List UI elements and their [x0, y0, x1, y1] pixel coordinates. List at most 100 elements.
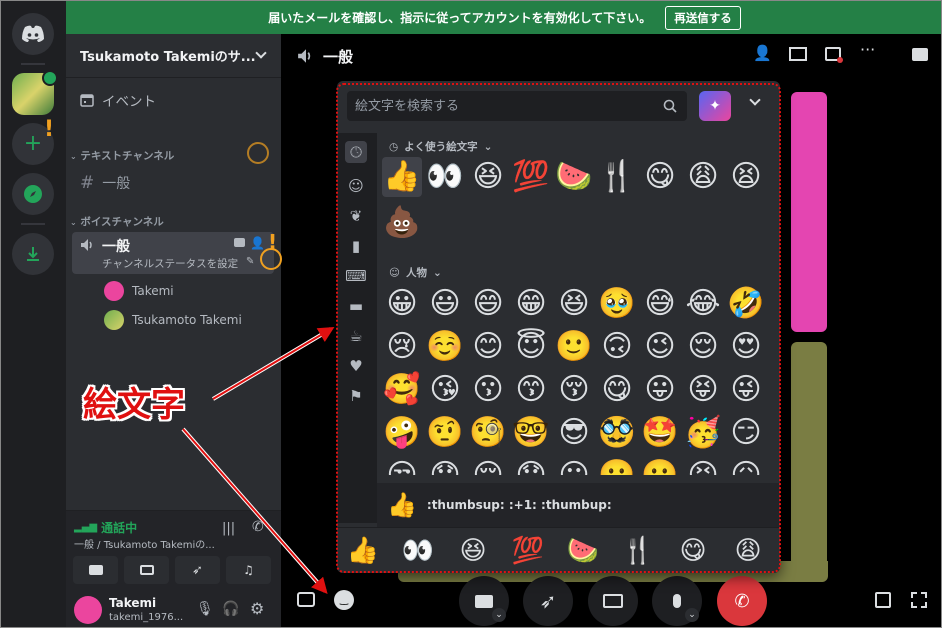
favorite-emoji[interactable]: 😋 [675, 533, 711, 569]
discover-compass-icon[interactable] [12, 173, 54, 215]
emoji-cell[interactable]: 🥰 [382, 370, 422, 410]
favorite-emoji[interactable]: 💯 [510, 533, 546, 569]
emoji-cell[interactable]: 🤨 [425, 413, 465, 453]
emoji-cell[interactable]: 😆 [554, 284, 594, 324]
flag-icon[interactable]: ⚑ [345, 385, 367, 407]
video-tile[interactable] [791, 92, 827, 332]
emoji-cell[interactable]: 🙂 [554, 327, 594, 367]
voice-status-text[interactable]: チャンネルステータスを設定 [102, 256, 238, 271]
more-options-icon[interactable]: ··· [860, 40, 875, 59]
emoji-cell[interactable]: 😂 [683, 284, 723, 324]
emoji-cell[interactable]: 😌 [683, 327, 723, 367]
activity-button[interactable]: ➶ [175, 556, 220, 584]
screen-share-button[interactable] [124, 556, 169, 584]
emoji-cell[interactable]: 😃 [425, 284, 465, 324]
microphone-icon[interactable]: 🎙 [196, 601, 214, 617]
emoji-cell[interactable]: 😚 [554, 370, 594, 410]
emoji-cell[interactable]: 😋 [640, 157, 680, 197]
events-item[interactable]: イベント [80, 90, 156, 110]
emoji-cell[interactable]: 🤪 [382, 413, 422, 453]
invite-user-icon[interactable]: 👤 [250, 236, 265, 250]
server-avatar-icon[interactable] [12, 70, 58, 115]
discord-home-icon[interactable] [12, 13, 54, 55]
emoji-cell[interactable]: ☺️ [425, 327, 465, 367]
voice-category[interactable]: ⌄ ボイスチャンネル [70, 214, 164, 229]
voice-member-item[interactable]: Tsukamoto Takemi [104, 310, 242, 330]
emoji-cell[interactable]: 🥹 [597, 284, 637, 324]
emoji-cell[interactable]: 😎 [554, 413, 594, 453]
emoji-cell[interactable]: 😔 [468, 456, 508, 475]
add-server-icon[interactable]: + ! [12, 117, 54, 165]
resend-button[interactable]: 再送信する [665, 5, 741, 30]
emoji-cell[interactable]: 😍 [726, 327, 766, 367]
emoji-cell[interactable]: 👍 [382, 157, 422, 197]
emoji-cell[interactable]: 🙃 [597, 327, 637, 367]
emoji-cell[interactable]: 😁 [511, 284, 551, 324]
emoji-cell[interactable]: 💩 [382, 203, 422, 243]
disconnect-call-icon[interactable]: ✆ [252, 519, 264, 535]
emoji-cell[interactable]: 🍴 [597, 157, 637, 197]
emoji-cell[interactable]: 👀 [425, 157, 465, 197]
activity-button[interactable]: ➶ [523, 576, 573, 626]
emoji-cell[interactable]: 😜 [726, 370, 766, 410]
favorite-emoji[interactable]: 👀 [400, 533, 436, 569]
coffee-icon[interactable]: ☕︎ [345, 325, 367, 347]
emoji-cell[interactable]: 😝 [683, 370, 723, 410]
server-header[interactable]: Tsukamoto Takemiのサ... [66, 34, 281, 78]
user-avatar[interactable] [74, 596, 102, 624]
soundboard-button[interactable]: ♫ [226, 556, 271, 584]
car-icon[interactable]: ▬ [345, 295, 367, 317]
emoji-cell[interactable]: 😙 [511, 370, 551, 410]
emoji-cell[interactable]: 😟 [511, 456, 551, 475]
chat-bubble-icon[interactable] [234, 238, 245, 247]
chat-toggle-icon[interactable] [912, 48, 928, 61]
noise-suppression-icon[interactable]: ||| [222, 521, 235, 536]
text-channel-item[interactable]: # 一般 [80, 173, 130, 193]
emoji-cell[interactable]: 🤣 [726, 284, 766, 324]
emoji-cell[interactable]: 😅 [640, 284, 680, 324]
favorite-emoji[interactable]: 👍 [345, 533, 381, 569]
clock-icon[interactable]: 🕓︎ [345, 141, 367, 163]
premium-emoji-icon[interactable]: ✦ [699, 91, 731, 121]
chevron-down-icon[interactable]: ⌄ [492, 608, 506, 622]
voice-member-item[interactable]: Takemi [104, 281, 174, 301]
emoji-cell[interactable]: 💯 [511, 157, 551, 197]
emoji-cell[interactable]: 😉 [640, 327, 680, 367]
camera-button[interactable] [73, 556, 118, 584]
text-category[interactable]: ⌄ テキストチャンネル [70, 148, 174, 163]
headphones-icon[interactable]: 🎧 [222, 601, 239, 617]
emoji-cell[interactable]: 😀 [382, 284, 422, 324]
emoji-cell[interactable]: 🧐 [468, 413, 508, 453]
emoji-cell[interactable]: 😋 [597, 370, 637, 410]
emoji-cell[interactable]: 😄 [468, 284, 508, 324]
emoji-cell[interactable]: 😣 [683, 456, 723, 475]
chevron-down-icon[interactable] [749, 94, 761, 106]
grid-layout-icon[interactable] [789, 47, 807, 61]
emoji-cell[interactable]: 🍉 [554, 157, 594, 197]
popout-icon[interactable] [875, 592, 891, 608]
emoji-cell[interactable]: 😞 [425, 456, 465, 475]
emoji-cell[interactable]: 🤩 [640, 413, 680, 453]
emoji-cell[interactable]: 😕 [554, 456, 594, 475]
emoji-smile-icon[interactable]: ‿ [334, 590, 354, 610]
emoji-cell[interactable]: 🤓 [511, 413, 551, 453]
emoji-cell[interactable]: 😛 [640, 370, 680, 410]
soundboard-icon[interactable] [297, 592, 315, 607]
hangup-button[interactable]: ✆ [717, 576, 767, 626]
emoji-cell[interactable]: 😫 [726, 157, 766, 197]
emoji-cell[interactable]: 😆 [468, 157, 508, 197]
gear-icon[interactable]: ⚙ [250, 599, 264, 618]
smiley-icon[interactable]: ☺︎ [345, 175, 367, 197]
emoji-cell[interactable]: 😊 [468, 327, 508, 367]
emoji-cell[interactable]: 😏 [726, 413, 766, 453]
leaf-icon[interactable]: ❦ [345, 205, 367, 227]
screen-share-button[interactable] [588, 576, 638, 626]
voice-channel-item[interactable]: 一般 チャンネルステータスを設定 👤 ✎ ! [72, 230, 282, 274]
fullscreen-icon[interactable] [911, 592, 927, 608]
emoji-cell[interactable]: 😖 [726, 456, 766, 475]
emoji-cell[interactable]: 🥳 [683, 413, 723, 453]
favorite-emoji[interactable]: 😆 [455, 533, 491, 569]
emoji-cell[interactable]: 😢 [382, 327, 422, 367]
emoji-cell[interactable]: 😒 [382, 456, 422, 475]
heart-icon[interactable]: ♥︎ [345, 355, 367, 377]
